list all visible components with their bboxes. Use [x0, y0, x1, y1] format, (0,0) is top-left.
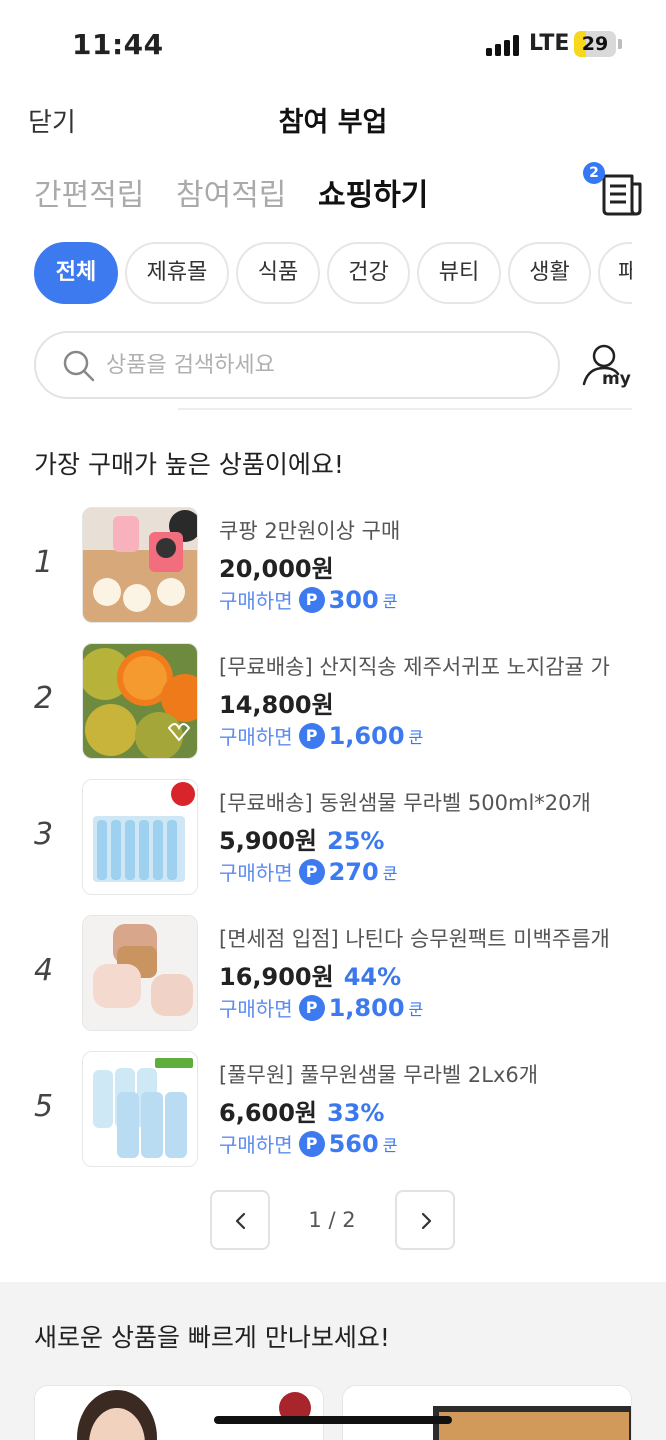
- product-name: [무료배송] 동원샘물 무라벨 500ml*20개: [219, 791, 591, 815]
- signal-icon: [486, 34, 522, 56]
- header: 닫기 참여 부업: [0, 88, 666, 148]
- price-value: 14,800원: [219, 691, 334, 719]
- reward-unit: 쿤: [382, 1135, 398, 1155]
- reward-info: 구매하면 P 1,600 쿤: [219, 721, 423, 751]
- home-indicator: [214, 1416, 452, 1424]
- receipt-button[interactable]: 2: [583, 162, 644, 218]
- reward-unit: 쿤: [382, 591, 398, 611]
- best-section-title: 가장 구매가 높은 상품이에요!: [34, 450, 344, 479]
- discount-rate: 25%: [327, 827, 385, 855]
- search-input[interactable]: [106, 347, 526, 383]
- product-image: [82, 507, 198, 623]
- category-chips: 전체 제휴몰 식품 건강 뷰티 생활 패: [34, 242, 632, 304]
- reward-info: 구매하면 P 300 쿤: [219, 585, 397, 615]
- discount-rate: 44%: [343, 963, 402, 991]
- reward-label: 구매하면: [219, 589, 293, 613]
- page-title: 참여 부업: [278, 107, 388, 138]
- product-image: [82, 915, 198, 1031]
- my-button[interactable]: my: [580, 342, 632, 394]
- divider: [178, 408, 632, 410]
- product-image: [82, 643, 198, 759]
- product-item[interactable]: 4 [면세점 입점] 나틴다 승무원팩트 미백주름개 16,900원 44% 구매…: [0, 915, 666, 1033]
- product-name: [면세점 입점] 나틴다 승무원팩트 미백주름개: [219, 927, 610, 951]
- price-value: 20,000원: [219, 555, 334, 583]
- reward-info: 구매하면 P 270 쿤: [219, 857, 397, 887]
- chip-all[interactable]: 전체: [34, 242, 118, 304]
- point-icon: P: [298, 994, 325, 1021]
- product-item[interactable]: 2 [무료배송] 산지직송 제주서귀포 노지감귤 가 14,800원 구매하면 P…: [0, 643, 666, 761]
- reward-label: 구매하면: [219, 997, 293, 1021]
- reward-points: 1,800: [328, 993, 405, 1022]
- point-icon: P: [298, 722, 325, 749]
- product-price: 6,600원 33%: [219, 1093, 384, 1128]
- reward-info: 구매하면 P 560 쿤: [219, 1129, 397, 1159]
- tab-simple-earn[interactable]: 간편적립: [34, 170, 144, 214]
- reward-unit: 쿤: [408, 727, 424, 747]
- price-value: 6,600원: [219, 1099, 317, 1127]
- product-price: 14,800원: [219, 685, 344, 720]
- chevron-right-icon: [421, 1212, 432, 1230]
- reward-points: 270: [328, 857, 379, 886]
- reward-label: 구매하면: [219, 1133, 293, 1157]
- chip-health[interactable]: 건강: [327, 242, 410, 304]
- chip-beauty[interactable]: 뷰티: [417, 242, 501, 304]
- tab-shopping[interactable]: 쇼핑하기: [318, 170, 428, 214]
- product-image: [343, 1386, 631, 1440]
- status-bar: 11:44 LTE 29: [0, 0, 666, 88]
- new-product-card[interactable]: [34, 1385, 324, 1440]
- product-name: [풀무원] 풀무원샘물 무라벨 2Lx6개: [219, 1063, 539, 1087]
- reward-unit: 쿤: [382, 863, 398, 883]
- point-icon: P: [298, 586, 325, 613]
- price-value: 5,900원: [219, 827, 317, 855]
- product-price: 5,900원 25%: [219, 821, 384, 856]
- chip-partner-mall[interactable]: 제휴몰: [125, 242, 229, 304]
- network-label: LTE: [529, 31, 570, 56]
- product-price: 20,000원: [219, 549, 344, 584]
- product-rank: 5: [34, 1089, 54, 1124]
- reward-unit: 쿤: [408, 999, 424, 1019]
- tab-participate-earn[interactable]: 참여적립: [176, 170, 286, 214]
- reward-points: 300: [328, 585, 379, 614]
- search-bar: [34, 331, 560, 399]
- product-rank: 2: [34, 681, 54, 716]
- product-name: [무료배송] 산지직송 제주서귀포 노지감귤 가: [219, 655, 610, 679]
- product-item[interactable]: 1 쿠팡 2만원이상 구매 20,000원 구매하면 P 300 쿤: [0, 507, 666, 625]
- chip-living[interactable]: 생활: [508, 242, 591, 304]
- chevron-left-icon: [235, 1212, 246, 1230]
- product-rank: 1: [34, 545, 54, 580]
- search-icon: [63, 350, 95, 382]
- product-item[interactable]: 3 [무료배송] 동원샘물 무라벨 500ml*20개 5,900원 25% 구매…: [0, 779, 666, 897]
- reward-label: 구매하면: [219, 725, 293, 749]
- page-indicator: 1 / 2: [308, 1208, 356, 1232]
- point-icon: P: [298, 1130, 325, 1157]
- product-item[interactable]: 5 [풀무원] 풀무원샘물 무라벨 2Lx6개 6,600원 33% 구매하면 P 5…: [0, 1051, 666, 1169]
- new-section-title: 새로운 상품을 빠르게 만나보세요!: [34, 1323, 390, 1352]
- next-page-button[interactable]: [395, 1190, 455, 1250]
- new-product-card[interactable]: [342, 1385, 632, 1440]
- product-price: 16,900원 44%: [219, 957, 401, 992]
- battery-icon: 29: [574, 31, 616, 57]
- product-image: [82, 1051, 198, 1167]
- discount-rate: 33%: [327, 1099, 385, 1127]
- battery-percent: 29: [581, 33, 609, 55]
- chip-fashion[interactable]: 패: [598, 242, 632, 304]
- product-image: [35, 1386, 323, 1440]
- reward-points: 560: [328, 1129, 379, 1158]
- reward-points: 1,600: [328, 721, 405, 750]
- product-name: 쿠팡 2만원이상 구매: [219, 519, 401, 543]
- status-time: 11:44: [72, 28, 164, 61]
- product-rank: 4: [34, 953, 54, 988]
- reward-label: 구매하면: [219, 861, 293, 885]
- point-icon: P: [298, 858, 325, 885]
- price-value: 16,900원: [219, 963, 334, 991]
- prev-page-button[interactable]: [210, 1190, 270, 1250]
- my-label: my: [602, 369, 631, 389]
- product-rank: 3: [34, 817, 54, 852]
- notification-badge: 2: [583, 162, 605, 184]
- chip-food[interactable]: 식품: [236, 242, 320, 304]
- battery-cap: [618, 39, 622, 49]
- reward-info: 구매하면 P 1,800 쿤: [219, 993, 423, 1023]
- product-image: [82, 779, 198, 895]
